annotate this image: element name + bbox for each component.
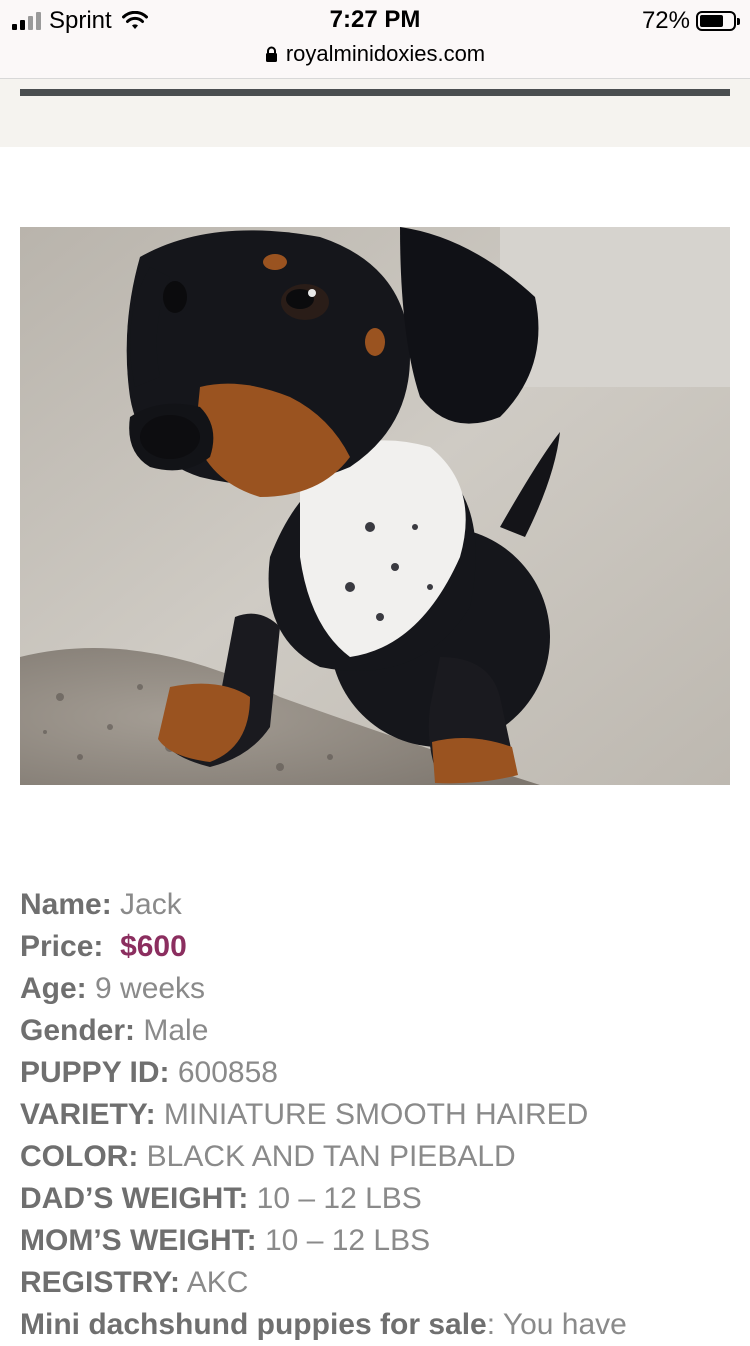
detail-description: Mini dachshund puppies for sale: You hav…	[20, 1304, 740, 1346]
site-header-band	[0, 79, 750, 147]
detail-value: : You have	[486, 1308, 627, 1341]
puppy-image	[20, 227, 730, 785]
detail-value: 9 weeks	[86, 972, 206, 1005]
detail-value: MINIATURE SMOOTH HAIRED	[155, 1098, 589, 1131]
detail-puppy-id: PUPPY ID: 600858	[20, 1052, 740, 1094]
detail-label: Age:	[20, 972, 87, 1005]
detail-value: AKC	[180, 1266, 249, 1299]
detail-price: Price: $600	[20, 926, 740, 968]
detail-gender: Gender: Male	[20, 1010, 740, 1052]
detail-value: 600858	[169, 1056, 278, 1089]
detail-label: Gender:	[20, 1014, 136, 1047]
url-text[interactable]: royalminidoxies.com	[286, 41, 485, 67]
puppy-photo	[20, 227, 730, 785]
detail-mom-weight: MOM’S WEIGHT: 10 – 12 LBS	[20, 1220, 740, 1262]
detail-value: 10 – 12 LBS	[248, 1182, 422, 1215]
detail-label: COLOR:	[20, 1140, 139, 1173]
detail-label: Mini dachshund puppies for sale	[20, 1308, 487, 1341]
detail-value: Jack	[111, 888, 182, 921]
price-value: $600	[120, 930, 187, 963]
detail-label: VARIETY:	[20, 1098, 156, 1131]
header-divider-bar	[20, 89, 730, 96]
battery-percent: 72%	[641, 7, 690, 34]
detail-label: REGISTRY:	[20, 1266, 181, 1299]
detail-label: Name:	[20, 888, 112, 921]
browser-chrome: Sprint 7:27 PM 72% royalminidoxies.com	[0, 0, 750, 79]
puppy-details: Name: Jack Price: $600 Age: 9 weeks Gend…	[20, 884, 740, 1346]
detail-dad-weight: DAD’S WEIGHT: 10 – 12 LBS	[20, 1178, 740, 1220]
detail-label: MOM’S WEIGHT:	[20, 1224, 257, 1257]
lock-icon	[265, 46, 277, 62]
detail-age: Age: 9 weeks	[20, 968, 740, 1010]
detail-label: Price:	[20, 930, 104, 963]
detail-color: COLOR: BLACK AND TAN PIEBALD	[20, 1136, 740, 1178]
detail-label: PUPPY ID:	[20, 1056, 170, 1089]
detail-registry: REGISTRY: AKC	[20, 1262, 740, 1304]
status-bar: Sprint 7:27 PM 72%	[0, 0, 750, 40]
battery-group: 72%	[641, 7, 740, 35]
detail-name: Name: Jack	[20, 884, 740, 926]
detail-value: Male	[135, 1014, 209, 1047]
detail-label: DAD’S WEIGHT:	[20, 1182, 249, 1215]
detail-variety: VARIETY: MINIATURE SMOOTH HAIRED	[20, 1094, 740, 1136]
clock: 7:27 PM	[329, 6, 421, 33]
detail-value: BLACK AND TAN PIEBALD	[138, 1140, 516, 1173]
battery-icon	[696, 11, 740, 31]
detail-value: 10 – 12 LBS	[256, 1224, 431, 1257]
address-bar[interactable]: royalminidoxies.com	[0, 40, 750, 68]
